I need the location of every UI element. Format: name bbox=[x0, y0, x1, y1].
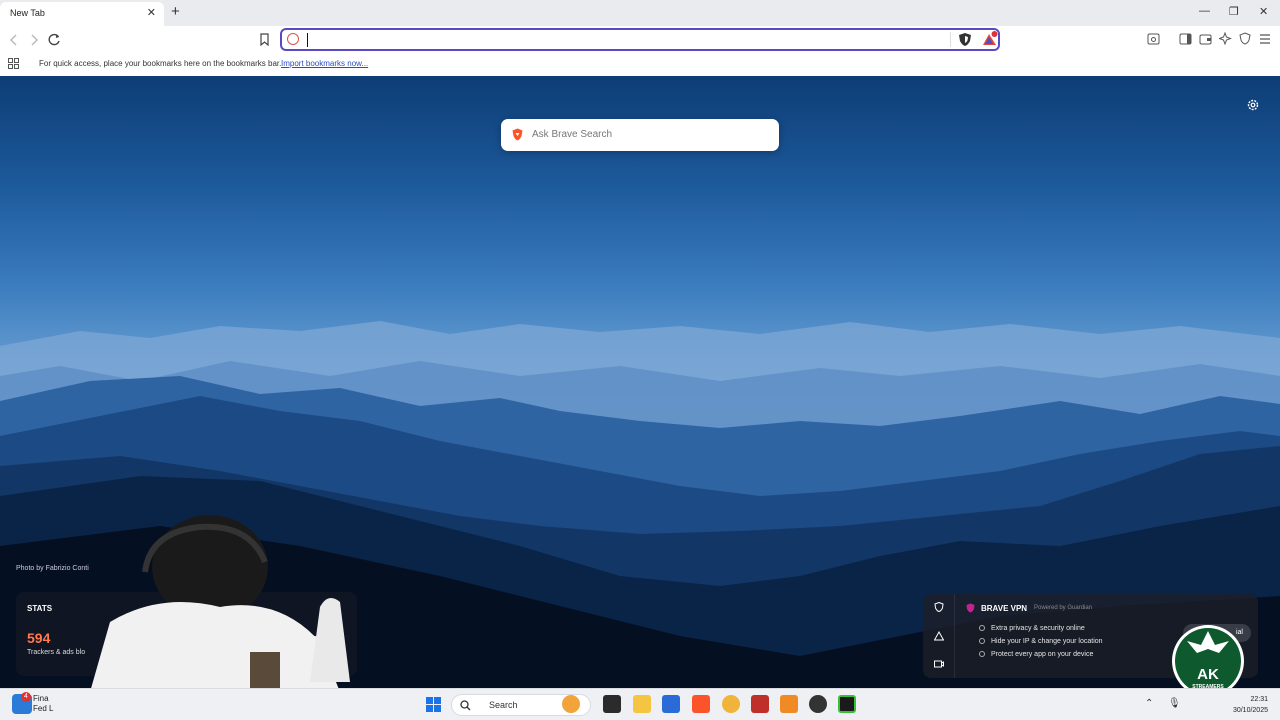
messenger-app-icon[interactable] bbox=[722, 695, 740, 713]
talk-widget-icon[interactable] bbox=[934, 659, 944, 669]
url-input[interactable] bbox=[306, 32, 946, 47]
app-a-icon[interactable] bbox=[780, 695, 798, 713]
search-highlights-icon[interactable] bbox=[562, 695, 580, 713]
import-bookmarks-link[interactable]: Import bookmarks now... bbox=[281, 59, 368, 68]
show-hidden-icons-chevron-icon[interactable]: ⌃ bbox=[1145, 698, 1153, 709]
bookmarks-bar: For quick access, place your bookmarks h… bbox=[0, 54, 1280, 76]
apps-grid-icon[interactable] bbox=[8, 58, 19, 69]
logo-text-ak: AK bbox=[1197, 666, 1219, 683]
file-explorer-icon[interactable] bbox=[633, 695, 651, 713]
widget-switcher bbox=[923, 594, 955, 678]
back-icon[interactable] bbox=[9, 34, 19, 46]
bookmarks-bar-message: For quick access, place your bookmarks h… bbox=[39, 59, 282, 68]
vpn-feature: Hide your IP & change your location bbox=[979, 638, 1103, 645]
sidebar-icon[interactable] bbox=[1179, 33, 1192, 45]
clock-time: 22:31 bbox=[1250, 696, 1268, 703]
taskbar-search-label: Search bbox=[489, 700, 518, 710]
check-icon bbox=[979, 625, 985, 631]
search-icon bbox=[460, 700, 471, 711]
vpn-shield-icon[interactable] bbox=[1239, 32, 1251, 45]
address-divider bbox=[950, 32, 951, 47]
address-bar[interactable] bbox=[280, 28, 1000, 51]
microphone-icon[interactable]: 🎙 bbox=[1168, 698, 1181, 709]
terminal-app-icon[interactable] bbox=[838, 695, 856, 713]
tab-strip: New Tab ✕ + — ❐ ✕ bbox=[0, 0, 1280, 26]
clock-date: 30/10/2025 bbox=[1232, 707, 1268, 714]
forward-icon[interactable] bbox=[29, 34, 39, 46]
vpn-logo-icon bbox=[966, 603, 975, 613]
tab-search-icon[interactable] bbox=[1147, 33, 1160, 45]
taskbar-clock[interactable]: 22:31 30/10/2025 bbox=[1224, 694, 1268, 716]
search-placeholder: Ask Brave Search bbox=[532, 129, 613, 140]
vpn-feature: Extra privacy & security online bbox=[979, 625, 1085, 632]
brave-search-box[interactable]: Ask Brave Search bbox=[501, 119, 779, 151]
check-icon bbox=[979, 651, 985, 657]
brave-shields-icon[interactable] bbox=[958, 32, 972, 47]
close-window-button[interactable]: ✕ bbox=[1259, 5, 1268, 18]
stats-title: STATS bbox=[27, 604, 53, 613]
minimize-button[interactable]: — bbox=[1199, 5, 1210, 17]
restore-button[interactable]: ❐ bbox=[1229, 5, 1239, 18]
brave-lion-icon bbox=[512, 128, 523, 141]
site-info-icon[interactable] bbox=[287, 33, 299, 45]
menu-icon[interactable] bbox=[1259, 34, 1271, 44]
obs-studio-icon[interactable] bbox=[809, 695, 827, 713]
windows-taskbar: 4 Fina Fed L Search ⌃ 🎙 22:31 30/10/2025 bbox=[0, 688, 1280, 720]
reload-icon[interactable] bbox=[48, 33, 61, 46]
vpn-title: BRAVE VPN bbox=[981, 604, 1028, 613]
task-view-icon[interactable] bbox=[603, 695, 621, 713]
bookmark-icon[interactable] bbox=[259, 33, 270, 46]
new-tab-page: Ask Brave Search Photo by Fabrizio Conti… bbox=[0, 76, 1280, 688]
trackers-count: 594 bbox=[27, 630, 51, 646]
close-tab-icon[interactable]: ✕ bbox=[147, 6, 156, 19]
customize-gear-icon[interactable] bbox=[1246, 98, 1260, 112]
tab-title: New Tab bbox=[10, 8, 45, 18]
brave-browser-icon[interactable] bbox=[692, 695, 710, 713]
check-icon bbox=[979, 638, 985, 644]
widgets-text[interactable]: Fina Fed L bbox=[33, 694, 53, 714]
voicemod-app-icon[interactable] bbox=[751, 695, 769, 713]
webcam-overlay bbox=[91, 515, 350, 688]
tab-new-tab[interactable]: New Tab ✕ bbox=[0, 2, 164, 26]
browser-toolbar bbox=[0, 26, 1280, 54]
new-tab-button[interactable]: + bbox=[171, 4, 180, 20]
wallet-icon[interactable] bbox=[1199, 33, 1212, 45]
microsoft-store-icon[interactable] bbox=[662, 695, 680, 713]
rewards-widget-icon[interactable] bbox=[934, 631, 944, 641]
vpn-powered-by: Powered by Guardian bbox=[1034, 605, 1093, 611]
widgets-badge: 4 bbox=[21, 692, 31, 702]
leo-ai-icon[interactable] bbox=[1219, 32, 1232, 45]
vpn-widget-icon[interactable] bbox=[934, 602, 944, 612]
brave-rewards-icon[interactable] bbox=[982, 31, 998, 47]
vpn-feature: Protect every app on your device bbox=[979, 651, 1093, 658]
start-windows-icon[interactable] bbox=[426, 697, 441, 712]
